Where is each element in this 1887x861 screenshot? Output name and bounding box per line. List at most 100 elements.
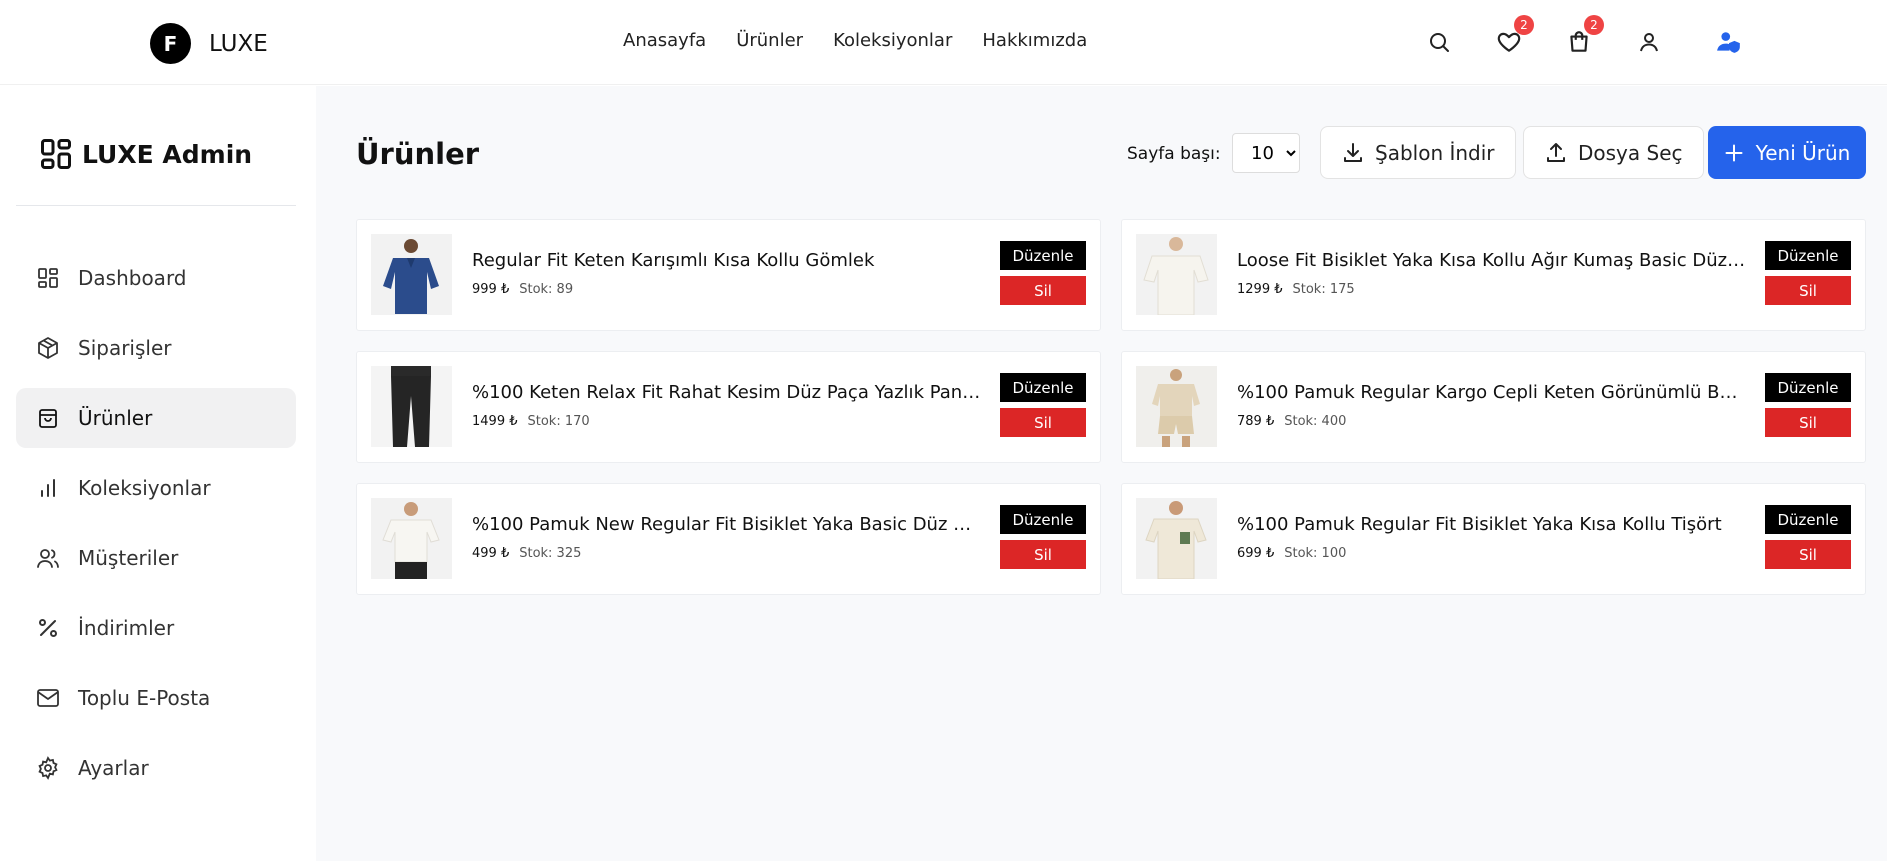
edit-button[interactable]: Düzenle: [1000, 505, 1086, 534]
product-meta: 699 ₺ Stok: 100: [1237, 546, 1346, 561]
main-content: Ürünler Sayfa başı: 10 Şablon İndir Dosy…: [316, 86, 1887, 861]
plus-icon: [1725, 144, 1743, 161]
sidebar-item-label: Koleksiyonlar: [78, 476, 211, 500]
product-name[interactable]: %100 Pamuk Regular Fit Bisiklet Yaka Kıs…: [1237, 514, 1747, 535]
header-actions: 2 2: [1424, 15, 1749, 59]
product-name[interactable]: Loose Fit Bisiklet Yaka Kısa Kollu Ağır …: [1237, 250, 1747, 271]
product-card: %100 Pamuk Regular Fit Bisiklet Yaka Kıs…: [1121, 483, 1866, 595]
product-image[interactable]: [1136, 366, 1217, 447]
download-template-button[interactable]: Şablon İndir: [1320, 126, 1516, 179]
main-nav: Anasayfa Ürünler Koleksiyonlar Hakkımızd…: [623, 30, 1087, 51]
product-image[interactable]: [371, 366, 452, 447]
admin-user-icon[interactable]: [1714, 27, 1744, 57]
nav-collections[interactable]: Koleksiyonlar: [833, 30, 952, 51]
top-header: F LUXE Anasayfa Ürünler Koleksiyonlar Ha…: [0, 0, 1887, 85]
percent-icon: [39, 619, 57, 637]
choose-file-button[interactable]: Dosya Seç: [1523, 126, 1704, 179]
product-meta: 499 ₺ Stok: 325: [472, 546, 581, 561]
product-price: 499 ₺: [472, 546, 510, 561]
users-icon: [37, 549, 59, 568]
nav-about[interactable]: Hakkımızda: [982, 30, 1087, 51]
sidebar-item-bulk-email[interactable]: Toplu E-Posta: [16, 668, 296, 728]
sidebar-item-collections[interactable]: Koleksiyonlar: [16, 458, 296, 518]
sidebar-item-label: Müşteriler: [78, 546, 179, 570]
dashboard-logo-icon: [41, 139, 71, 169]
nav-products[interactable]: Ürünler: [736, 30, 803, 51]
product-price: 789 ₺: [1237, 414, 1275, 429]
product-name[interactable]: %100 Pamuk Regular Kargo Cepli Keten Gör…: [1237, 382, 1747, 403]
search-icon[interactable]: [1424, 27, 1454, 57]
product-name[interactable]: %100 Keten Relax Fit Rahat Kesim Düz Paç…: [472, 382, 982, 403]
new-product-label: Yeni Ürün: [1755, 140, 1851, 165]
product-image[interactable]: [371, 498, 452, 579]
delete-button[interactable]: Sil: [1000, 408, 1086, 437]
admin-brand[interactable]: LUXE Admin: [38, 136, 252, 172]
dashboard-icon: [38, 268, 58, 288]
product-price: 999 ₺: [472, 282, 510, 297]
edit-button[interactable]: Düzenle: [1765, 505, 1851, 534]
admin-title: LUXE Admin: [82, 139, 253, 169]
brand[interactable]: F LUXE: [150, 23, 268, 64]
product-meta: 789 ₺ Stok: 400: [1237, 414, 1346, 429]
user-icon[interactable]: [1634, 27, 1664, 57]
sidebar-item-label: Siparişler: [78, 336, 172, 360]
product-meta: 1299 ₺ Stok: 175: [1237, 282, 1355, 297]
delete-button[interactable]: Sil: [1000, 540, 1086, 569]
bag-icon: [39, 409, 57, 428]
sidebar-item-dashboard[interactable]: Dashboard: [16, 248, 296, 308]
settings-icon: [38, 756, 58, 780]
per-page-label: Sayfa başı:: [1127, 144, 1221, 164]
edit-button[interactable]: Düzenle: [1765, 241, 1851, 270]
sidebar-item-products[interactable]: Ürünler: [16, 388, 296, 448]
wishlist-count-badge: 2: [1514, 15, 1534, 35]
product-price: 1299 ₺: [1237, 282, 1283, 297]
product-stock: Stok: 175: [1292, 282, 1355, 297]
edit-button[interactable]: Düzenle: [1000, 241, 1086, 270]
edit-button[interactable]: Düzenle: [1765, 373, 1851, 402]
brand-name: LUXE: [209, 30, 268, 57]
sidebar-item-label: Dashboard: [78, 266, 187, 290]
product-name[interactable]: %100 Pamuk New Regular Fit Bisiklet Yaka…: [472, 514, 982, 535]
sidebar-item-label: İndirimler: [78, 616, 175, 640]
delete-button[interactable]: Sil: [1000, 276, 1086, 305]
sidebar-item-label: Ürünler: [78, 406, 153, 430]
brand-logo: F: [150, 23, 191, 64]
product-meta: 999 ₺ Stok: 89: [472, 282, 573, 297]
sidebar-item-discounts[interactable]: İndirimler: [16, 598, 296, 658]
sidebar-item-label: Ayarlar: [78, 756, 149, 780]
page-title: Ürünler: [356, 137, 480, 171]
bar-chart-icon: [41, 479, 55, 497]
sidebar-item-orders[interactable]: Siparişler: [16, 318, 296, 378]
new-product-button[interactable]: Yeni Ürün: [1708, 126, 1866, 179]
sidebar-divider: [16, 205, 296, 206]
product-image[interactable]: [1136, 498, 1217, 579]
nav-home[interactable]: Anasayfa: [623, 30, 706, 51]
product-stock: Stok: 100: [1284, 546, 1347, 561]
product-card: Regular Fit Keten Karışımlı Kısa Kollu G…: [356, 219, 1101, 331]
product-image[interactable]: [1136, 234, 1217, 315]
cart-count-badge: 2: [1584, 15, 1604, 35]
product-card: %100 Pamuk New Regular Fit Bisiklet Yaka…: [356, 483, 1101, 595]
choose-file-label: Dosya Seç: [1578, 140, 1683, 165]
cart-button[interactable]: 2: [1564, 15, 1604, 57]
product-meta: 1499 ₺ Stok: 170: [472, 414, 590, 429]
per-page-select[interactable]: 10: [1232, 133, 1300, 173]
product-card: %100 Pamuk Regular Kargo Cepli Keten Gör…: [1121, 351, 1866, 463]
delete-button[interactable]: Sil: [1765, 540, 1851, 569]
product-image[interactable]: [371, 234, 452, 315]
product-card: %100 Keten Relax Fit Rahat Kesim Düz Paç…: [356, 351, 1101, 463]
wishlist-button[interactable]: 2: [1494, 15, 1534, 57]
sidebar-item-label: Toplu E-Posta: [78, 686, 211, 710]
sidebar-item-settings[interactable]: Ayarlar: [16, 738, 296, 798]
edit-button[interactable]: Düzenle: [1000, 373, 1086, 402]
mail-icon: [37, 689, 59, 707]
delete-button[interactable]: Sil: [1765, 276, 1851, 305]
admin-sidebar: LUXE Admin Dashboard Siparişler Ürünler …: [0, 86, 316, 861]
product-stock: Stok: 170: [527, 414, 590, 429]
delete-button[interactable]: Sil: [1765, 408, 1851, 437]
sidebar-item-customers[interactable]: Müşteriler: [16, 528, 296, 588]
product-name[interactable]: Regular Fit Keten Karışımlı Kısa Kollu G…: [472, 250, 982, 271]
product-price: 1499 ₺: [472, 414, 518, 429]
product-card: Loose Fit Bisiklet Yaka Kısa Kollu Ağır …: [1121, 219, 1866, 331]
product-price: 699 ₺: [1237, 546, 1275, 561]
